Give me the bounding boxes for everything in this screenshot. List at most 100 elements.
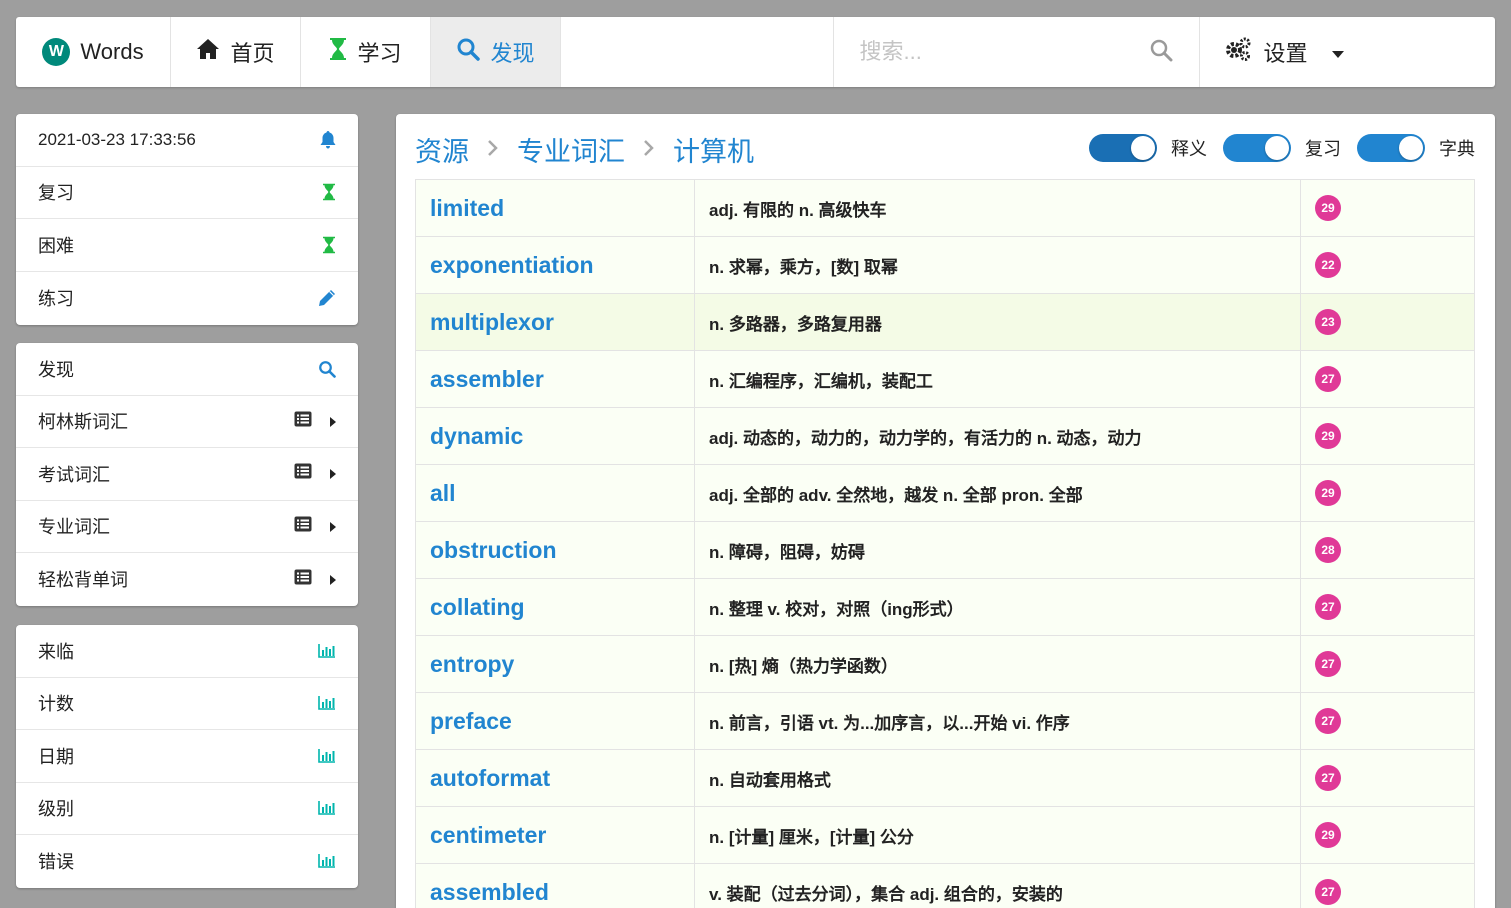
- sidebar-item-errors[interactable]: 错误: [16, 835, 358, 888]
- word-link[interactable]: obstruction: [416, 522, 695, 578]
- caret-right-icon: [330, 516, 336, 537]
- sidebar-item-review[interactable]: 复习: [16, 167, 358, 219]
- word-link[interactable]: multiplexor: [416, 294, 695, 350]
- bar-chart-icon: [318, 696, 336, 711]
- sidebar-item-easy[interactable]: 轻松背单词: [16, 553, 358, 606]
- table-row[interactable]: autoformat n. 自动套用格式 27: [416, 750, 1474, 807]
- sidebar-item-date[interactable]: 日期: [16, 730, 358, 783]
- table-row[interactable]: exponentiation n. 求幂，乘方，[数] 取幂 22: [416, 237, 1474, 294]
- sidebar-item-exam[interactable]: 考试词汇: [16, 448, 358, 501]
- count-cell: 27: [1301, 750, 1474, 806]
- word-link[interactable]: collating: [416, 579, 695, 635]
- word-table: limited adj. 有限的 n. 高级快车 29 exponentiati…: [415, 179, 1475, 908]
- nav-spacer: [561, 17, 834, 87]
- sidebar-card-discover: 发现 柯林斯词汇 考试词汇 专业词汇 轻松背单词: [16, 343, 358, 606]
- bar-chart-icon: [318, 854, 336, 869]
- count-cell: 23: [1301, 294, 1474, 350]
- count-badge: 27: [1315, 708, 1341, 734]
- count-badge: 27: [1315, 651, 1341, 677]
- toggle-dictionary[interactable]: [1357, 134, 1425, 162]
- table-row[interactable]: multiplexor n. 多路器，多路复用器 23: [416, 294, 1474, 351]
- word-definition: n. 求幂，乘方，[数] 取幂: [695, 237, 1301, 293]
- sidebar-item-collins[interactable]: 柯林斯词汇: [16, 396, 358, 448]
- sidebar-item-difficult[interactable]: 困难: [16, 219, 358, 272]
- sidebar-item-label: 来临: [38, 641, 74, 662]
- word-link[interactable]: limited: [416, 180, 695, 236]
- count-badge: 27: [1315, 594, 1341, 620]
- hourglass-icon: [322, 236, 336, 254]
- table-row[interactable]: centimeter n. [计量] 厘米，[计量] 公分 29: [416, 807, 1474, 864]
- count-cell: 27: [1301, 636, 1474, 692]
- word-link[interactable]: centimeter: [416, 807, 695, 863]
- count-cell: 29: [1301, 408, 1474, 464]
- table-row[interactable]: obstruction n. 障碍，阻碍，妨碍 28: [416, 522, 1474, 579]
- count-cell: 29: [1301, 180, 1474, 236]
- list-icon: [294, 411, 312, 432]
- sidebar-item-label: 日期: [38, 746, 74, 767]
- sidebar-item-discover[interactable]: 发现: [16, 343, 358, 396]
- table-row[interactable]: assembler n. 汇编程序，汇编机，装配工 27: [416, 351, 1474, 408]
- breadcrumb-item[interactable]: 资源: [415, 130, 469, 169]
- count-badge: 28: [1315, 537, 1341, 563]
- nav-discover[interactable]: 发现: [431, 17, 561, 87]
- toggle-dictionary-group: 字典: [1357, 134, 1475, 162]
- word-link[interactable]: all: [416, 465, 695, 521]
- count-badge: 29: [1315, 480, 1341, 506]
- pencil-icon: [318, 289, 336, 307]
- table-row[interactable]: assembled v. 装配（过去分词），集合 adj. 组合的，安装的 27: [416, 864, 1474, 908]
- bell-icon: [320, 130, 336, 149]
- count-badge: 27: [1315, 879, 1341, 905]
- word-link[interactable]: entropy: [416, 636, 695, 692]
- toggle-bar: 释义 复习 字典: [1073, 134, 1475, 162]
- word-definition: v. 装配（过去分词），集合 adj. 组合的，安装的: [695, 864, 1301, 908]
- count-cell: 27: [1301, 864, 1474, 908]
- home-icon: [196, 38, 220, 66]
- settings-dropdown[interactable]: 设置: [1200, 17, 1496, 87]
- nav-home[interactable]: 首页: [171, 17, 301, 87]
- word-link[interactable]: assembled: [416, 864, 695, 908]
- toggle-review-group: 复习: [1223, 134, 1341, 162]
- sidebar-card-study: 2021-03-23 17:33:56 复习 困难 练习: [16, 114, 358, 325]
- search-button-icon[interactable]: [1149, 38, 1173, 67]
- table-row[interactable]: entropy n. [热] 熵（热力学函数） 27: [416, 636, 1474, 693]
- table-row[interactable]: all adj. 全部的 adv. 全然地，越发 n. 全部 pron. 全部 …: [416, 465, 1474, 522]
- sidebar-item-upcoming[interactable]: 来临: [16, 625, 358, 678]
- sidebar-item-label: 发现: [38, 359, 74, 380]
- brand-link[interactable]: W Words: [16, 17, 171, 87]
- breadcrumb-item-active[interactable]: 计算机: [673, 130, 754, 169]
- hourglass-icon: [329, 37, 347, 67]
- search-icon: [318, 360, 336, 378]
- sidebar-item-label: 级别: [38, 799, 74, 820]
- word-link[interactable]: preface: [416, 693, 695, 749]
- word-definition: n. 多路器，多路复用器: [695, 294, 1301, 350]
- word-link[interactable]: dynamic: [416, 408, 695, 464]
- word-link[interactable]: autoformat: [416, 750, 695, 806]
- count-badge: 27: [1315, 366, 1341, 392]
- sidebar-item-professional[interactable]: 专业词汇: [16, 501, 358, 553]
- count-cell: 27: [1301, 579, 1474, 635]
- count-badge: 22: [1315, 252, 1341, 278]
- word-definition: adj. 动态的，动力的，动力学的，有活力的 n. 动态，动力: [695, 408, 1301, 464]
- table-row[interactable]: dynamic adj. 动态的，动力的，动力学的，有活力的 n. 动态，动力 …: [416, 408, 1474, 465]
- sidebar-item-practice[interactable]: 练习: [16, 272, 358, 325]
- nav-study[interactable]: 学习: [301, 17, 431, 87]
- search-input[interactable]: [859, 39, 1149, 65]
- table-row[interactable]: preface n. 前言，引语 vt. 为...加序言，以...开始 vi. …: [416, 693, 1474, 750]
- list-icon: [294, 569, 312, 590]
- word-link[interactable]: exponentiation: [416, 237, 695, 293]
- bar-chart-icon: [318, 643, 336, 658]
- toggle-review[interactable]: [1223, 134, 1291, 162]
- count-badge: 23: [1315, 309, 1341, 335]
- word-link[interactable]: assembler: [416, 351, 695, 407]
- table-row[interactable]: collating n. 整理 v. 校对，对照（ing形式） 27: [416, 579, 1474, 636]
- sidebar-item-label: 轻松背单词: [38, 570, 128, 591]
- word-definition: adj. 有限的 n. 高级快车: [695, 180, 1301, 236]
- table-row[interactable]: limited adj. 有限的 n. 高级快车 29: [416, 180, 1474, 237]
- sidebar-item-datetime[interactable]: 2021-03-23 17:33:56: [16, 114, 358, 167]
- sidebar-item-level[interactable]: 级别: [16, 783, 358, 835]
- breadcrumb-item[interactable]: 专业词汇: [517, 130, 625, 169]
- search-box: [834, 17, 1200, 87]
- sidebar-item-label: 复习: [38, 183, 74, 204]
- sidebar-item-count[interactable]: 计数: [16, 678, 358, 730]
- toggle-definition[interactable]: [1089, 134, 1157, 162]
